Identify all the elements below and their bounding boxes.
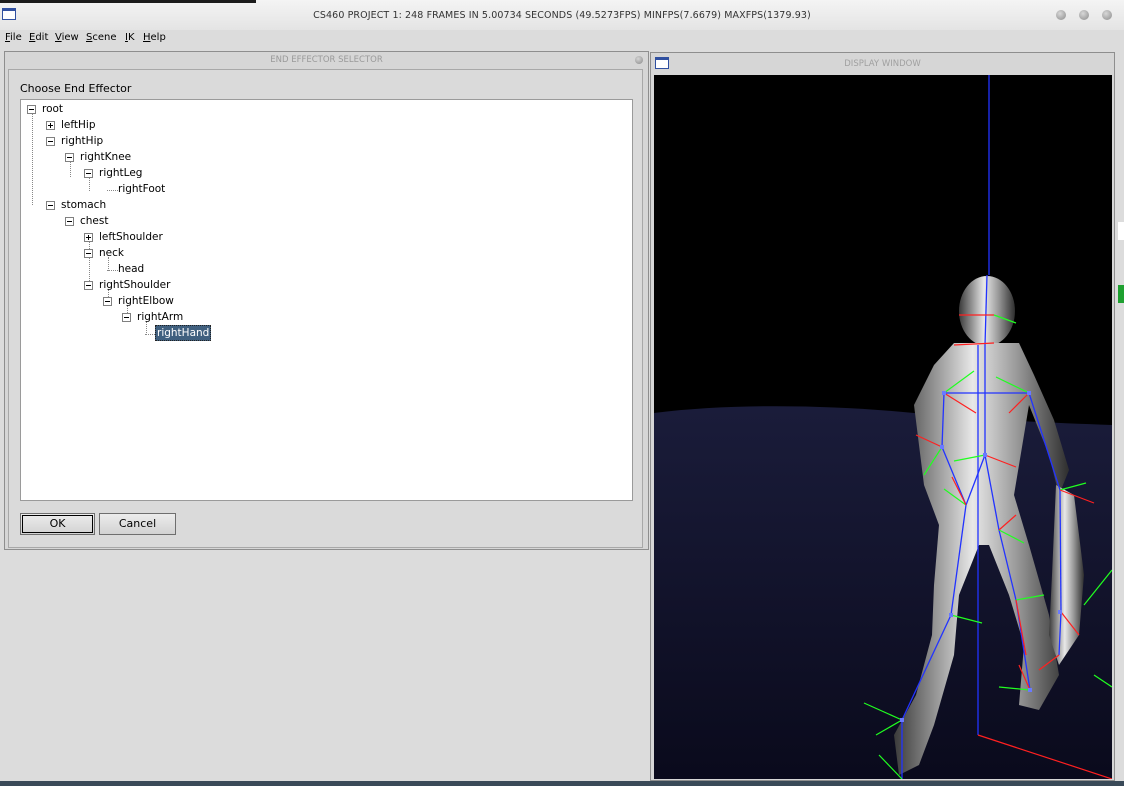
expand-icon[interactable] [46, 121, 55, 130]
tree-item-label: root [42, 103, 64, 115]
tree-connector [145, 334, 155, 335]
tree-item-label: rightFoot [118, 183, 166, 195]
collapse-icon[interactable] [46, 137, 55, 146]
minimize-button[interactable] [1056, 10, 1066, 20]
tree-item-label: leftShoulder [99, 231, 163, 243]
collapse-icon[interactable] [122, 313, 131, 322]
window-titlebar: CS460 PROJECT 1: 248 FRAMES IN 5.00734 S… [0, 0, 1124, 31]
display-title: DISPLAY WINDOW [844, 59, 921, 69]
menu-scene[interactable]: Scene [86, 30, 117, 46]
collapse-icon[interactable] [27, 105, 36, 114]
menu-help[interactable]: Help [143, 30, 166, 46]
collapse-icon[interactable] [46, 201, 55, 210]
tree-guide-line [89, 177, 90, 191]
close-button[interactable] [1102, 10, 1112, 20]
tree-guide-line [70, 161, 71, 177]
collapse-icon[interactable] [65, 153, 74, 162]
tree-connector [107, 270, 118, 271]
expand-icon[interactable] [84, 233, 93, 242]
menu-file[interactable]: File [5, 30, 22, 46]
collapse-icon[interactable] [65, 217, 74, 226]
maximize-button[interactable] [1079, 10, 1089, 20]
desktop-edge-icon [1118, 285, 1124, 303]
tree-item-label: rightShoulder [99, 279, 171, 291]
collapse-icon[interactable] [103, 297, 112, 306]
tree-connector [107, 190, 118, 191]
cancel-button[interactable]: Cancel [99, 513, 176, 535]
menu-view[interactable]: View [55, 30, 79, 46]
tree-item-label: leftHip [61, 119, 96, 131]
taskbar [0, 781, 1124, 786]
choose-end-effector-label: Choose End Effector [20, 82, 132, 95]
tree-guide-line [32, 113, 33, 205]
floor-plane [654, 406, 1112, 779]
menu-bar: File Edit View Scene IK Help [0, 30, 1124, 46]
tree-item-label: rightArm [137, 311, 184, 323]
selector-close-button[interactable] [635, 56, 643, 64]
tree-item-label: rightElbow [118, 295, 174, 307]
joint-tree[interactable]: root leftHip rightHip rightKnee rightLeg… [20, 99, 633, 501]
tree-item-label: stomach [61, 199, 107, 211]
desktop-edge [1118, 222, 1124, 240]
tree-item-label-selected: rightHand [155, 325, 212, 341]
tree-item-label: neck [99, 247, 124, 259]
tree-item-label: chest [80, 215, 109, 227]
tree-item-label: rightLeg [99, 167, 143, 179]
collapse-icon[interactable] [84, 249, 93, 258]
taskbar-strip [0, 0, 256, 3]
opengl-viewport[interactable] [654, 75, 1112, 779]
display-window: DISPLAY WINDOW [650, 52, 1115, 781]
tree-item-label: rightKnee [80, 151, 132, 163]
collapse-icon[interactable] [84, 281, 93, 290]
window-title: CS460 PROJECT 1: 248 FRAMES IN 5.00734 S… [313, 10, 811, 21]
collapse-icon[interactable] [84, 169, 93, 178]
selector-title: END EFFECTOR SELECTOR [270, 55, 383, 65]
tree-item-label: head [118, 263, 145, 275]
tree-item-label: rightHip [61, 135, 104, 147]
menu-edit[interactable]: Edit [29, 30, 48, 46]
scene-render [654, 75, 1112, 779]
ok-button[interactable]: OK [20, 513, 95, 535]
menu-ik[interactable]: IK [125, 30, 135, 46]
